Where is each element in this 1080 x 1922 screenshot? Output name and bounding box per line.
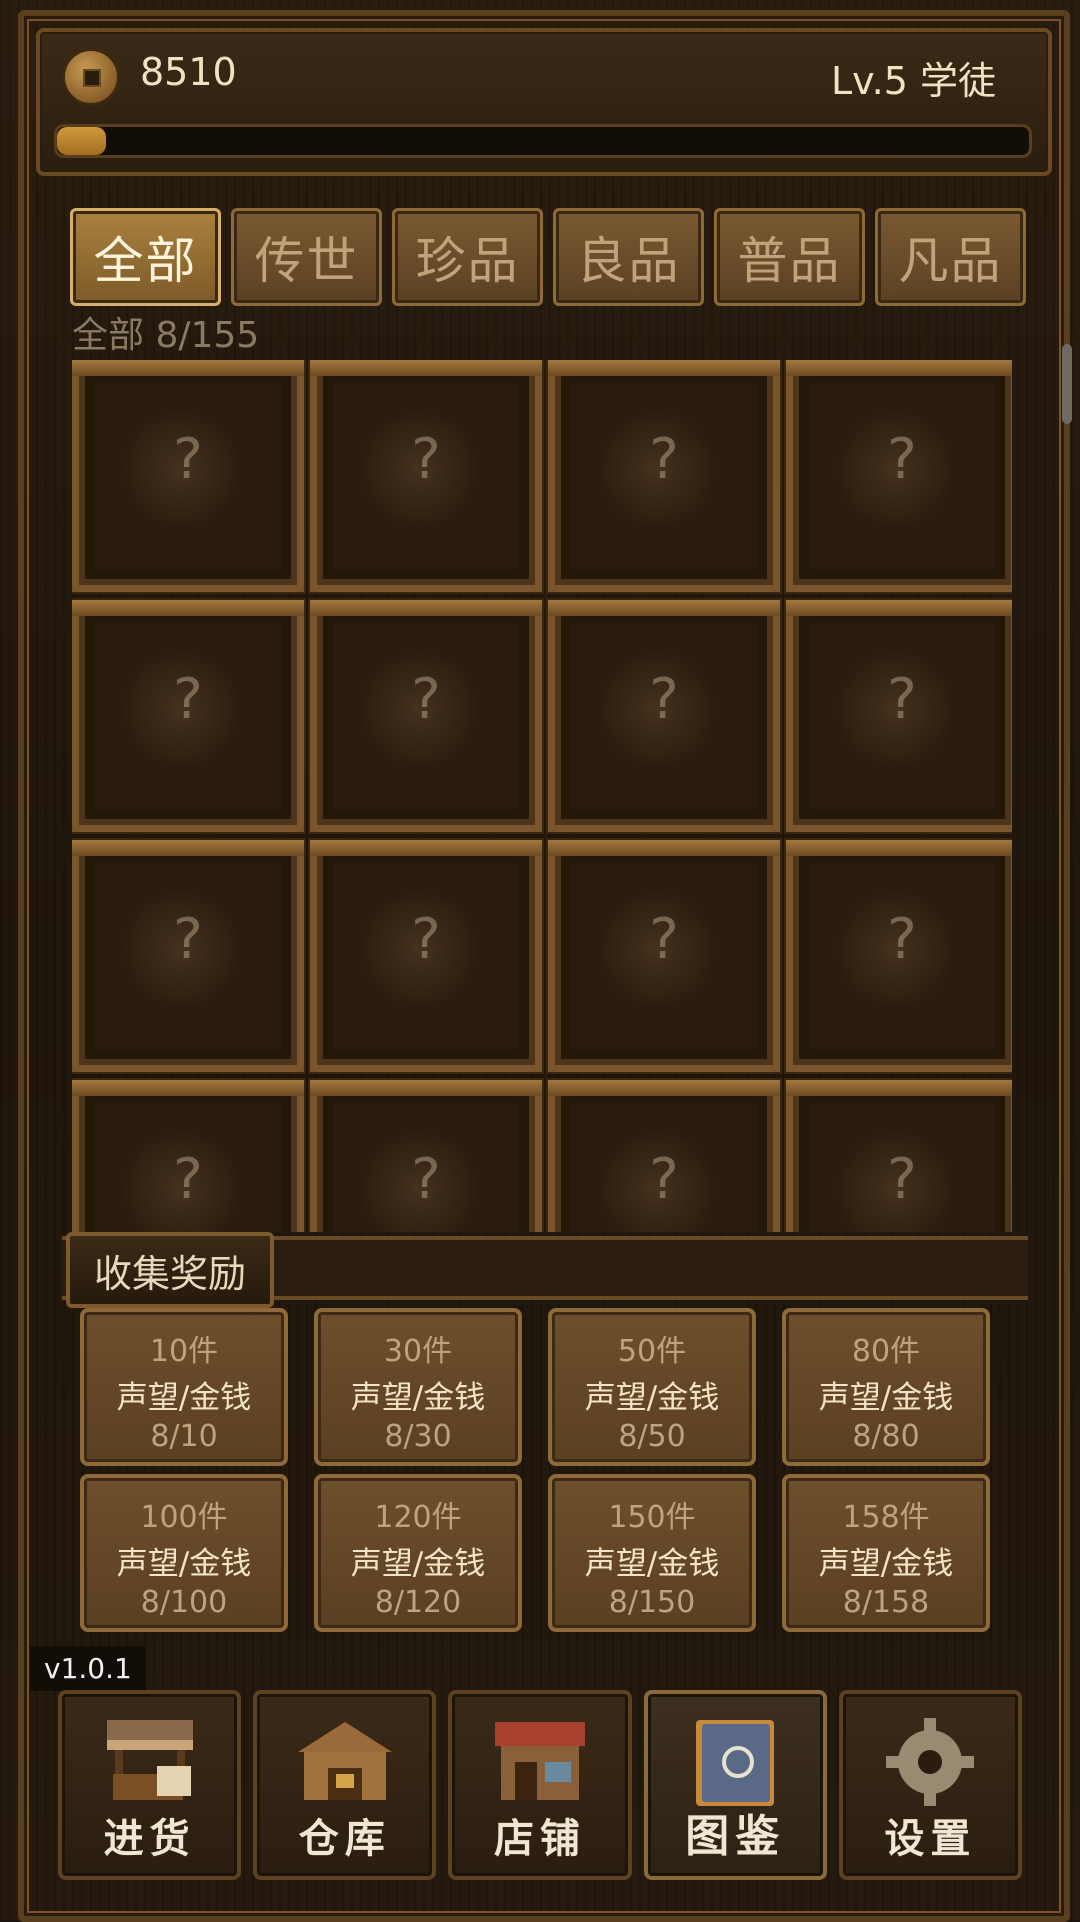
unknown-mark: ? — [887, 907, 917, 972]
reward-reward: 声望/金钱 — [818, 1380, 954, 1416]
unknown-mark: ? — [411, 667, 441, 732]
reward-card[interactable]: 10件声望/金钱 8/10 — [80, 1308, 288, 1466]
reward-progress: 8/158 — [842, 1585, 930, 1620]
nav-label: 设置 — [884, 1816, 977, 1862]
reward-card[interactable]: 120件声望/金钱 8/120 — [314, 1474, 522, 1632]
book-icon — [680, 1712, 790, 1812]
tab-3[interactable]: 良品 — [553, 208, 704, 306]
unknown-mark: ? — [649, 907, 679, 972]
reward-reward: 声望/金钱 — [116, 1380, 252, 1416]
reward-target: 158件 — [842, 1500, 930, 1535]
nav-warehouse-button[interactable]: 仓库 — [253, 1690, 437, 1880]
collection-slot[interactable]: ? — [548, 1080, 780, 1232]
player-level: Lv.5 学徒 — [830, 59, 996, 103]
reward-reward: 声望/金钱 — [818, 1546, 954, 1582]
unknown-mark: ? — [649, 1147, 679, 1212]
unknown-mark: ? — [173, 427, 203, 492]
collection-slot[interactable]: ? — [548, 600, 780, 832]
coin-value: 8510 — [140, 50, 237, 94]
reward-progress: 8/50 — [618, 1419, 686, 1454]
collection-slot[interactable]: ? — [786, 1080, 1012, 1232]
collection-slot[interactable]: ? — [72, 840, 304, 1072]
rewards-list: 10件 声望/金钱 8/10 30件 声望/金钱 8/30 50件 声望/金钱 8/50 80件声… — [80, 1308, 1000, 1638]
tab-2[interactable]: 珍品 — [392, 208, 543, 306]
unknown-mark: ? — [173, 667, 203, 732]
reward-card[interactable]: 150件声望/金钱 8/150 — [548, 1474, 756, 1632]
reward-progress: 8/10 — [150, 1419, 218, 1454]
tab-4[interactable]: 普品 — [714, 208, 865, 306]
collection-slot[interactable]: ? — [72, 360, 304, 592]
unknown-mark: ? — [411, 907, 441, 972]
reward-target: 80件 — [851, 1334, 921, 1369]
collection-slot[interactable]: ? — [786, 840, 1012, 1072]
reward-reward: 声望/金钱 — [116, 1546, 252, 1582]
nav-shop-button[interactable]: 店铺 — [448, 1690, 632, 1880]
nav-label: 进货 — [103, 1816, 196, 1862]
tab-5[interactable]: 凡品 — [875, 208, 1026, 306]
reward-reward: 声望/金钱 — [350, 1546, 486, 1582]
collection-slot[interactable]: ? — [548, 840, 780, 1072]
collection-slot[interactable]: ? — [548, 360, 780, 592]
unknown-mark: ? — [411, 427, 441, 492]
rarity-tabs: 全部 传世 珍品 良品 普品 凡品 — [70, 208, 1026, 306]
nav-label: 图鉴 — [685, 1811, 786, 1862]
nav-label: 仓库 — [298, 1816, 391, 1862]
collection-slot[interactable]: ? — [310, 600, 542, 832]
top-status-bar: 8510 Lv.5 学徒 — [36, 28, 1052, 176]
reward-target: 30件 — [383, 1334, 453, 1369]
nav-book-button[interactable]: 图鉴 — [643, 1690, 827, 1880]
collection-slot[interactable]: ? — [786, 600, 1012, 832]
unknown-mark: ? — [411, 1147, 441, 1212]
market-stall-icon — [95, 1712, 205, 1812]
collection-count: 全部 8/155 — [72, 315, 260, 356]
reward-target: 50件 — [617, 1334, 687, 1369]
reward-progress: 8/80 — [852, 1419, 920, 1454]
reward-progress: 8/150 — [608, 1585, 696, 1620]
unknown-mark: ? — [887, 1147, 917, 1212]
tab-1[interactable]: 传世 — [231, 208, 382, 306]
grid-scrollbar[interactable] — [1062, 344, 1072, 424]
reward-card[interactable]: 100件声望/金钱 8/100 — [80, 1474, 288, 1632]
gear-icon — [875, 1712, 985, 1812]
reward-target: 150件 — [608, 1500, 696, 1535]
collection-slot[interactable]: ? — [310, 840, 542, 1072]
reward-progress: 8/100 — [140, 1585, 228, 1620]
reward-target: 100件 — [140, 1500, 228, 1535]
collection-slot[interactable]: ? — [310, 360, 542, 592]
coin-icon — [62, 48, 120, 106]
collection-grid: ???????????????? — [72, 360, 1012, 1232]
reward-reward: 声望/金钱 — [350, 1380, 486, 1416]
nav-gear-button[interactable]: 设置 — [838, 1690, 1023, 1880]
rewards-title: 收集奖励 — [66, 1232, 274, 1308]
unknown-mark: ? — [887, 667, 917, 732]
unknown-mark: ? — [649, 667, 679, 732]
xp-progress-fill — [57, 127, 106, 155]
shop-icon — [485, 1712, 595, 1812]
unknown-mark: ? — [173, 1147, 203, 1212]
collection-slot[interactable]: ? — [72, 600, 304, 832]
nav-label: 店铺 — [494, 1816, 586, 1862]
nav-market-stall-button[interactable]: 进货 — [58, 1690, 242, 1880]
reward-card[interactable]: 30件声望/金钱 8/30 — [314, 1308, 522, 1466]
version-label: v1.0.1 — [30, 1646, 146, 1691]
reward-reward: 声望/金钱 — [584, 1546, 720, 1582]
collection-slot[interactable]: ? — [310, 1080, 542, 1232]
tab-0[interactable]: 全部 — [70, 208, 221, 306]
unknown-mark: ? — [173, 907, 203, 972]
reward-target: 120件 — [374, 1500, 462, 1535]
reward-card[interactable]: 80件声望/金钱 8/80 — [782, 1308, 990, 1466]
collection-slot[interactable]: ? — [786, 360, 1012, 592]
unknown-mark: ? — [649, 427, 679, 492]
bottom-nav: 进货 仓库 店铺 图鉴 设置 — [58, 1690, 1023, 1880]
reward-reward: 声望/金钱 — [584, 1380, 720, 1416]
reward-target: 10件 — [149, 1334, 219, 1369]
reward-progress: 8/120 — [374, 1585, 462, 1620]
reward-progress: 8/30 — [384, 1419, 452, 1454]
reward-card[interactable]: 50件声望/金钱 8/50 — [548, 1308, 756, 1466]
warehouse-icon — [290, 1712, 400, 1812]
collection-slot[interactable]: ? — [72, 1080, 304, 1232]
reward-card[interactable]: 158件声望/金钱 8/158 — [782, 1474, 990, 1632]
unknown-mark: ? — [887, 427, 917, 492]
xp-progress-bar — [54, 124, 1032, 158]
